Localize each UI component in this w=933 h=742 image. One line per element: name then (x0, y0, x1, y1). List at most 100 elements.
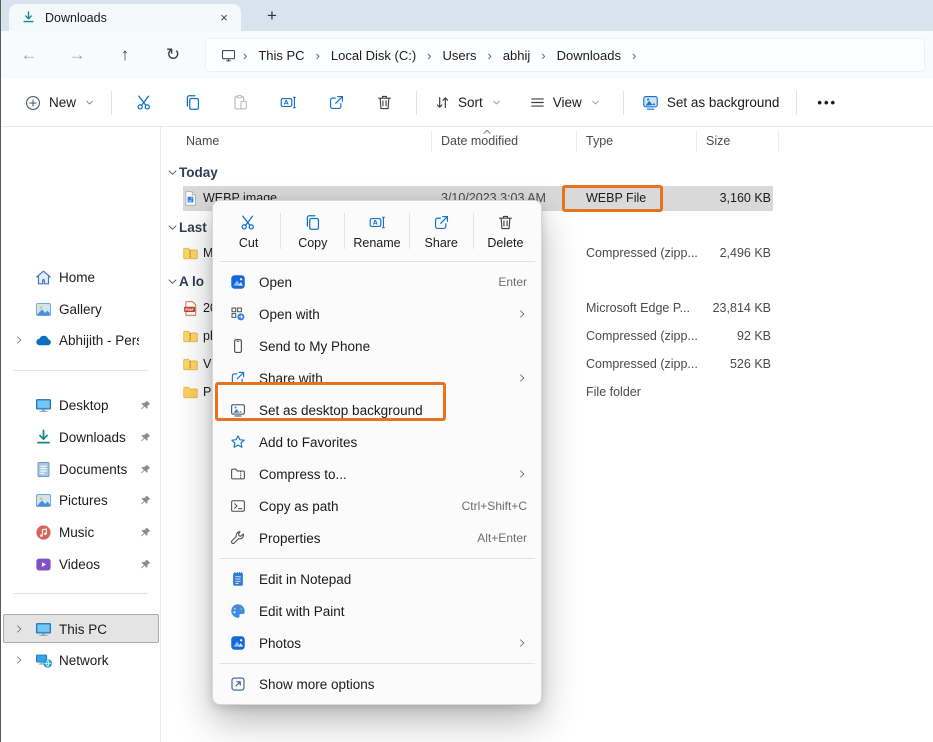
menu-item-open[interactable]: Open Enter (217, 266, 537, 298)
navigation-bar: ← → ↑ ↻ › This PC › Local Disk (C:) › Us… (1, 31, 933, 79)
home-icon (34, 268, 53, 287)
zipped-folder-icon (182, 245, 199, 262)
column-header-date-modified[interactable]: Date modified (441, 134, 518, 148)
breadcrumb-local-disk-c[interactable]: Local Disk (C:) (322, 45, 425, 66)
toolbar-divider (796, 91, 797, 115)
column-headers: Name Date modified Type Size (162, 127, 933, 155)
desktop-icon (34, 396, 53, 415)
chevron-down-icon (167, 276, 178, 287)
up-button[interactable]: ↑ (110, 40, 140, 70)
column-separator[interactable] (778, 130, 779, 152)
new-tab-button[interactable]: + (259, 4, 285, 28)
documents-icon (34, 460, 53, 479)
column-header-type[interactable]: Type (586, 134, 613, 148)
more-options-button[interactable]: ••• (805, 89, 849, 116)
sidebar-item-onedrive-personal[interactable]: Abhijith - Personal (1, 325, 161, 355)
delete-menu-button[interactable]: Delete (474, 205, 537, 257)
paste-button-disabled[interactable] (220, 85, 260, 121)
sidebar-item-videos[interactable]: Videos (1, 549, 161, 579)
desktop-background-image-icon (229, 401, 249, 419)
menu-item-compress-to[interactable]: Compress to... (217, 458, 537, 490)
sidebar-item-music[interactable]: Music (1, 517, 161, 547)
submenu-chevron-icon (517, 309, 527, 319)
menu-item-edit-with-paint[interactable]: Edit with Paint (217, 595, 537, 627)
file-explorer-window: Downloads × + ← → ↑ ↻ › This PC › Local … (0, 0, 933, 742)
close-tab-icon[interactable]: × (215, 9, 233, 27)
photos-app-icon (229, 273, 249, 291)
menu-item-show-more-options[interactable]: Show more options (217, 668, 537, 700)
set-background-label: Set as background (667, 95, 780, 110)
menu-item-open-with[interactable]: Open with (217, 298, 537, 330)
menu-item-set-as-desktop-background[interactable]: Set as desktop background (217, 394, 537, 426)
chevron-right-icon[interactable] (14, 624, 26, 634)
zipped-folder-icon (182, 328, 199, 345)
menu-item-edit-in-notepad[interactable]: Edit in Notepad (217, 563, 537, 595)
breadcrumb-abhij[interactable]: abhij (494, 45, 539, 66)
menu-item-properties[interactable]: Properties Alt+Enter (217, 522, 537, 554)
view-button[interactable]: View (520, 88, 609, 117)
menu-item-share-with[interactable]: Share with (217, 362, 537, 394)
back-button[interactable]: ← (14, 40, 44, 70)
sidebar-item-this-pc[interactable]: This PC (1, 614, 161, 644)
column-header-size[interactable]: Size (706, 134, 730, 148)
paste-icon (231, 93, 250, 112)
submenu-chevron-icon (517, 638, 527, 648)
view-lines-icon (529, 94, 546, 111)
delete-button[interactable] (364, 85, 404, 121)
breadcrumb-users[interactable]: Users (434, 45, 486, 66)
sidebar-item-network[interactable]: Network (1, 645, 161, 675)
sidebar-item-documents[interactable]: Documents (1, 454, 161, 484)
cut-menu-button[interactable]: Cut (217, 205, 280, 257)
column-separator[interactable] (431, 130, 432, 152)
submenu-chevron-icon (517, 373, 527, 383)
copy-button[interactable] (172, 85, 212, 121)
menu-divider (219, 558, 535, 559)
menu-item-copy-as-path[interactable]: Copy as path Ctrl+Shift+C (217, 490, 537, 522)
sort-button[interactable]: Sort (425, 88, 510, 117)
copy-menu-button[interactable]: Copy (281, 205, 344, 257)
sort-arrows-icon (434, 94, 451, 111)
chevron-down-icon (591, 98, 600, 107)
rename-button[interactable] (268, 85, 308, 121)
this-pc-icon (34, 620, 53, 639)
share-menu-button[interactable]: Share (410, 205, 473, 257)
toolbar-divider (416, 91, 417, 115)
trash-icon (496, 213, 515, 232)
pictures-icon (34, 491, 53, 510)
breadcrumb-separator: › (425, 48, 433, 63)
breadcrumb[interactable]: › This PC › Local Disk (C:) › Users › ab… (205, 38, 925, 72)
menu-divider (219, 261, 535, 262)
column-header-name[interactable]: Name (186, 134, 219, 148)
menu-item-send-to-my-phone[interactable]: Send to My Phone (217, 330, 537, 362)
tab-downloads[interactable]: Downloads × (9, 4, 241, 31)
chevron-down-icon (492, 98, 501, 107)
chevron-right-icon[interactable] (14, 655, 26, 665)
forward-button[interactable]: → (62, 40, 92, 70)
share-button[interactable] (316, 85, 356, 121)
scissors-icon (135, 93, 154, 112)
sidebar-item-pictures[interactable]: Pictures (1, 485, 161, 515)
copy-icon (183, 93, 202, 112)
rename-menu-button[interactable]: Rename (345, 205, 408, 257)
music-icon (34, 523, 53, 542)
pin-icon (139, 494, 152, 507)
menu-item-photos[interactable]: Photos (217, 627, 537, 659)
new-button[interactable]: New (15, 88, 103, 118)
breadcrumb-this-pc[interactable]: This PC (249, 45, 313, 66)
cut-button[interactable] (124, 85, 164, 121)
breadcrumb-separator: › (539, 48, 547, 63)
set-as-background-button[interactable]: Set as background (632, 87, 789, 118)
sidebar-item-desktop[interactable]: Desktop (1, 390, 161, 420)
chevron-right-icon[interactable] (14, 335, 26, 345)
refresh-button[interactable]: ↻ (158, 40, 188, 70)
sidebar-item-home[interactable]: Home (1, 262, 161, 292)
pdf-file-icon (182, 300, 199, 317)
pin-icon (139, 526, 152, 539)
pin-icon (139, 431, 152, 444)
breadcrumb-downloads[interactable]: Downloads (548, 45, 630, 66)
sidebar-item-downloads[interactable]: Downloads (1, 422, 161, 452)
column-separator[interactable] (696, 130, 697, 152)
sidebar-item-gallery[interactable]: Gallery (1, 294, 161, 324)
menu-item-add-to-favorites[interactable]: Add to Favorites (217, 426, 537, 458)
column-separator[interactable] (576, 130, 577, 152)
